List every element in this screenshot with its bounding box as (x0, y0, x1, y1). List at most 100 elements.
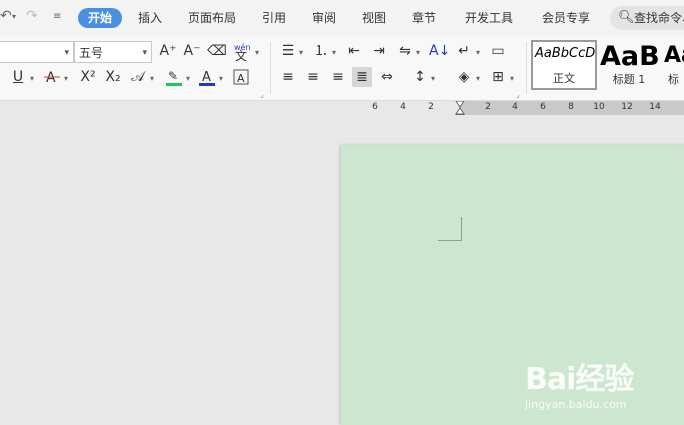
svg-text:A: A (237, 72, 245, 85)
font-color-icon[interactable]: A (197, 67, 217, 87)
style-heading-1[interactable]: AaB 标题 1 (597, 40, 661, 90)
borders-icon[interactable]: ⊞ (488, 67, 508, 87)
align-left-icon[interactable]: ≡ (278, 67, 298, 87)
font-name-select[interactable]: ▾ (0, 41, 74, 63)
svg-text:文: 文 (235, 48, 247, 61)
watermark-logo: Bai经验 (525, 362, 634, 397)
tab-view[interactable]: 视图 (362, 8, 386, 28)
ribbon-divider (270, 42, 271, 94)
undo-dropdown-icon[interactable]: ▾ (12, 12, 16, 21)
distributed-align-icon[interactable]: ⇔ (377, 67, 397, 87)
bullet-list-dropdown-icon[interactable]: ▾ (299, 48, 303, 57)
underline-icon[interactable]: U (8, 67, 28, 87)
command-search-box[interactable]: 🔍︎ 查找命令、 (610, 6, 684, 30)
show-marks-icon[interactable]: ↵ (454, 41, 474, 61)
ruler-label: 10 (593, 102, 605, 112)
font-color-dropdown-icon[interactable]: ▾ (219, 74, 223, 83)
character-border-glyph: A (233, 69, 249, 85)
font-size-value: 五号 (79, 46, 104, 60)
paragraph-dialog-launcher-icon[interactable]: ⌟ (516, 90, 520, 99)
style-heading-2-sample: Aa (664, 43, 684, 68)
margin-corner-mark (438, 240, 462, 241)
decrease-indent-icon[interactable]: ⇤ (344, 41, 364, 61)
style-heading-1-sample: AaB (600, 41, 660, 72)
style-normal[interactable]: AaBbCcD 正文 (531, 40, 597, 90)
svg-text:A: A (46, 70, 56, 86)
tab-insert[interactable]: 插入 (138, 8, 162, 28)
text-direction-icon[interactable]: ⇋ (395, 41, 415, 61)
increase-font-size-icon[interactable]: A⁺ (158, 41, 178, 61)
line-spacing-icon[interactable]: ↕ (410, 67, 430, 87)
phonetic-guide-icon[interactable]: wén 文 (232, 41, 252, 63)
clear-formatting-icon[interactable]: ⌫ (207, 41, 227, 61)
home-ribbon: ▾ 五号 ▾ A⁺ A⁻ ⌫ wén 文 ▾ U ▾ A ▾ X² X₂ 𝒜 ▾ … (0, 36, 684, 101)
ribbon-divider (526, 42, 527, 94)
font-effect-icon[interactable]: A (42, 67, 62, 87)
search-icon: 🔍︎ (618, 10, 635, 25)
tab-home[interactable]: 开始 (78, 8, 123, 28)
ruler-label: 6 (540, 102, 546, 112)
highlight-color-icon[interactable]: ✎ (164, 67, 184, 87)
shading-icon[interactable]: ◈ (454, 67, 474, 87)
style-heading-2-label: 标 (668, 73, 679, 86)
menu-tab-bar: ↶ ▾ ↷ ≡ 开始 插入 页面布局 引用 审阅 视图 章节 开发工具 会员专享… (0, 0, 684, 36)
ruler-label: 6 (372, 102, 378, 112)
ruler-label: 4 (400, 102, 406, 112)
font-dialog-launcher-icon[interactable]: ⌟ (260, 90, 264, 99)
numbered-list-icon[interactable]: ⒈ (311, 41, 331, 61)
tab-review[interactable]: 审阅 (312, 8, 336, 28)
ruler-label: 14 (649, 102, 661, 112)
numbered-list-dropdown-icon[interactable]: ▾ (332, 48, 336, 57)
style-normal-label: 正文 (553, 72, 575, 85)
watermark-url: jingyan.baidu.com (525, 398, 627, 411)
tab-member[interactable]: 会员专享 (542, 8, 590, 28)
character-border-icon[interactable]: A (231, 67, 251, 87)
svg-text:A: A (202, 70, 211, 85)
font-effect-dropdown-icon[interactable]: ▾ (64, 74, 68, 83)
tab-page-layout[interactable]: 页面布局 (188, 8, 236, 28)
ruler-label: 4 (512, 102, 518, 112)
shading-dropdown-icon[interactable]: ▾ (476, 74, 480, 83)
tab-references[interactable]: 引用 (262, 8, 286, 28)
align-right-icon[interactable]: ≡ (328, 67, 348, 87)
text-direction-dropdown-icon[interactable]: ▾ (416, 48, 420, 57)
baidu-jingyan-watermark: Bai经验 jingyan.baidu.com (525, 348, 684, 418)
redo-icon[interactable]: ↷ (26, 8, 38, 24)
font-size-select[interactable]: 五号 ▾ (74, 41, 152, 63)
table-toolbox-icon[interactable]: ▭ (488, 41, 508, 61)
chevron-down-icon: ▾ (142, 48, 147, 58)
line-spacing-dropdown-icon[interactable]: ▾ (431, 74, 435, 83)
undo-icon[interactable]: ↶ (0, 8, 12, 24)
phonetic-dropdown-icon[interactable]: ▾ (255, 48, 259, 57)
borders-dropdown-icon[interactable]: ▾ (510, 74, 514, 83)
tab-chapter[interactable]: 章节 (412, 8, 436, 28)
style-heading-2[interactable]: Aa 标 (661, 40, 684, 90)
style-normal-sample: AaBbCcD (535, 46, 596, 61)
highlight-glyph: ✎ (166, 69, 182, 86)
text-effects-icon[interactable]: 𝒜 (128, 67, 148, 87)
text-effects-dropdown-icon[interactable]: ▾ (150, 74, 154, 83)
svg-text:✎: ✎ (168, 69, 178, 83)
strikethrough-glyph: A (44, 70, 60, 86)
margin-corner-mark (461, 217, 462, 241)
show-marks-dropdown-icon[interactable]: ▾ (476, 48, 480, 57)
horizontal-ruler[interactable]: 6 4 2 2 4 6 8 10 12 14 (0, 101, 684, 115)
justify-icon[interactable]: ≣ (352, 67, 372, 87)
style-heading-1-label: 标题 1 (612, 73, 646, 86)
sort-icon[interactable]: A↓ (429, 41, 450, 61)
ruler-label: 2 (428, 102, 434, 112)
underline-dropdown-icon[interactable]: ▾ (30, 74, 34, 83)
bullet-list-icon[interactable]: ☰ (278, 41, 298, 61)
decrease-font-size-icon[interactable]: A⁻ (182, 41, 202, 61)
ruler-label: 2 (485, 102, 491, 112)
superscript-icon[interactable]: X² (78, 67, 98, 87)
highlight-dropdown-icon[interactable]: ▾ (186, 74, 190, 83)
quick-access-menu-icon[interactable]: ≡ (53, 11, 61, 22)
phonetic-guide-glyph: wén文 (234, 42, 251, 63)
tab-developer-tools[interactable]: 开发工具 (465, 8, 513, 28)
subscript-icon[interactable]: X₂ (103, 67, 123, 87)
increase-indent-icon[interactable]: ⇥ (369, 41, 389, 61)
font-color-glyph: A (199, 70, 215, 86)
align-center-icon[interactable]: ≡ (303, 67, 323, 87)
ruler-label: 8 (568, 102, 574, 112)
